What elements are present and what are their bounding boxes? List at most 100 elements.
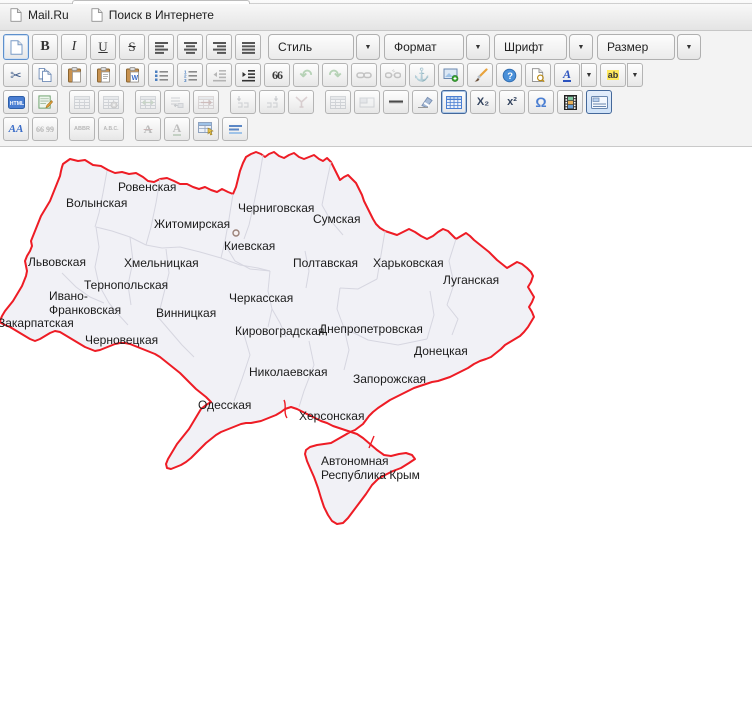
ukraine-map-svg: Ровенская Волынская Черниговская Сумская… — [0, 151, 535, 525]
region-label: Закарпатская — [0, 316, 74, 330]
region-label: Полтавская — [293, 256, 358, 270]
tab-internet-search[interactable]: Поиск в Интернете — [91, 8, 214, 22]
redo-button[interactable]: ↷ — [322, 63, 348, 87]
paste-text-button[interactable] — [90, 63, 116, 87]
html-source-button[interactable]: HTML — [3, 90, 29, 114]
region-label: Волынская — [66, 196, 127, 210]
split-cell-button[interactable] — [288, 90, 314, 114]
merge-cell-down-button[interactable] — [230, 90, 256, 114]
style-dropdown-value[interactable]: Стиль — [268, 34, 354, 60]
region-label: Тернопольская — [84, 278, 168, 292]
cut-button[interactable]: ✂ — [3, 63, 29, 87]
table-icon — [74, 96, 90, 109]
cell-properties-button[interactable] — [98, 90, 124, 114]
bullet-list-button[interactable] — [148, 63, 174, 87]
remove-link-button[interactable] — [380, 63, 406, 87]
paragraph-lines-icon — [228, 124, 242, 134]
inserted-text-button[interactable]: A — [164, 117, 190, 141]
anchor-icon: ⚓ — [413, 67, 431, 82]
tab-mailru[interactable]: Mail.Ru — [10, 8, 69, 22]
text-color-arrow[interactable]: ▼ — [581, 63, 597, 87]
table-row-delete-icon — [171, 96, 184, 108]
font-dropdown-arrow[interactable]: ▼ — [569, 34, 593, 60]
deleted-text-button[interactable]: A — [135, 117, 161, 141]
text-color-icon: A — [562, 66, 571, 82]
table-button[interactable] — [325, 90, 351, 114]
delete-row-button[interactable] — [164, 90, 190, 114]
table-cell-button[interactable] — [354, 90, 380, 114]
active-tab-edge — [72, 0, 250, 4]
indent-button[interactable] — [235, 63, 261, 87]
remove-format-button[interactable] — [412, 90, 438, 114]
delete-column-button[interactable] — [193, 90, 219, 114]
subscript-icon: X₂ — [476, 96, 490, 108]
merge-cell-up-button[interactable] — [259, 90, 285, 114]
quote-icon: 66 — [272, 67, 283, 82]
region-label: Одесская — [198, 398, 251, 412]
insert-table-button[interactable] — [441, 90, 467, 114]
insert-form-button[interactable] — [193, 117, 219, 141]
ukraine-map[interactable]: Ровенская Волынская Черниговская Сумская… — [0, 151, 570, 536]
bold-button[interactable]: B — [32, 34, 58, 60]
blockquote-button[interactable]: 66 — [264, 63, 290, 87]
cell-arrow-down-icon — [236, 96, 249, 108]
edit-page-button[interactable] — [32, 90, 58, 114]
insert-table-icon — [446, 95, 462, 109]
insert-media-button[interactable] — [557, 90, 583, 114]
outdent-button[interactable] — [206, 63, 232, 87]
horizontal-rule-button[interactable] — [383, 90, 409, 114]
smart-quotes-button[interactable]: 66 99 — [32, 117, 58, 141]
align-justify-button[interactable] — [235, 34, 261, 60]
chevron-down-icon: ▼ — [685, 43, 693, 51]
text-color-button[interactable]: A — [554, 63, 580, 87]
fieldset-button[interactable] — [586, 90, 612, 114]
underline-button[interactable]: U — [90, 34, 116, 60]
format-painter-button[interactable] — [467, 63, 493, 87]
preview-button[interactable] — [525, 63, 551, 87]
superscript-button[interactable]: x² — [499, 90, 525, 114]
new-page-icon — [10, 40, 23, 55]
highlight-color-arrow[interactable]: ▼ — [627, 63, 643, 87]
format-dropdown: Формат ▼ — [384, 34, 490, 60]
style-dropdown: Стиль ▼ — [268, 34, 380, 60]
numbered-list-button[interactable]: 123 — [177, 63, 203, 87]
highlight-color-button[interactable]: ab — [600, 63, 626, 87]
insert-row-button[interactable] — [135, 90, 161, 114]
align-center-button[interactable] — [177, 34, 203, 60]
paragraph-button[interactable] — [222, 117, 248, 141]
copy-icon — [38, 67, 51, 82]
insert-link-button[interactable] — [351, 63, 377, 87]
preview-icon — [531, 67, 545, 82]
font-dropdown-value[interactable]: Шрифт — [494, 34, 567, 60]
table-properties-button[interactable] — [69, 90, 95, 114]
format-dropdown-arrow[interactable]: ▼ — [466, 34, 490, 60]
align-right-button[interactable] — [206, 34, 232, 60]
copy-button[interactable] — [32, 63, 58, 87]
help-button[interactable]: ? — [496, 63, 522, 87]
paste-word-button[interactable]: W — [119, 63, 145, 87]
format-dropdown-value[interactable]: Формат — [384, 34, 464, 60]
size-dropdown-arrow[interactable]: ▼ — [677, 34, 701, 60]
italic-button[interactable]: I — [61, 34, 87, 60]
region-label: Автономная — [321, 454, 389, 468]
chevron-down-icon: ▼ — [364, 43, 372, 51]
acronym-button[interactable]: A.B.C. — [98, 117, 124, 141]
strikethrough-button[interactable]: S — [119, 34, 145, 60]
editor-content-area[interactable]: Ровенская Волынская Черниговская Сумская… — [0, 147, 752, 711]
anchor-button[interactable]: ⚓ — [409, 63, 435, 87]
special-char-button[interactable]: Ω — [528, 90, 554, 114]
insert-image-button[interactable] — [438, 63, 464, 87]
undo-button[interactable]: ↶ — [293, 63, 319, 87]
abbreviation-button[interactable]: ABBR — [69, 117, 95, 141]
new-document-button[interactable] — [3, 34, 29, 60]
style-dropdown-arrow[interactable]: ▼ — [356, 34, 380, 60]
underline-icon: U — [98, 39, 108, 54]
paste-button[interactable] — [61, 63, 87, 87]
size-dropdown-value[interactable]: Размер — [597, 34, 675, 60]
table-column-delete-icon — [198, 96, 214, 109]
svg-text:3: 3 — [184, 77, 187, 81]
change-case-button[interactable]: AA — [3, 117, 29, 141]
subscript-button[interactable]: X₂ — [470, 90, 496, 114]
align-left-button[interactable] — [148, 34, 174, 60]
region-label: Черкасская — [229, 291, 293, 305]
